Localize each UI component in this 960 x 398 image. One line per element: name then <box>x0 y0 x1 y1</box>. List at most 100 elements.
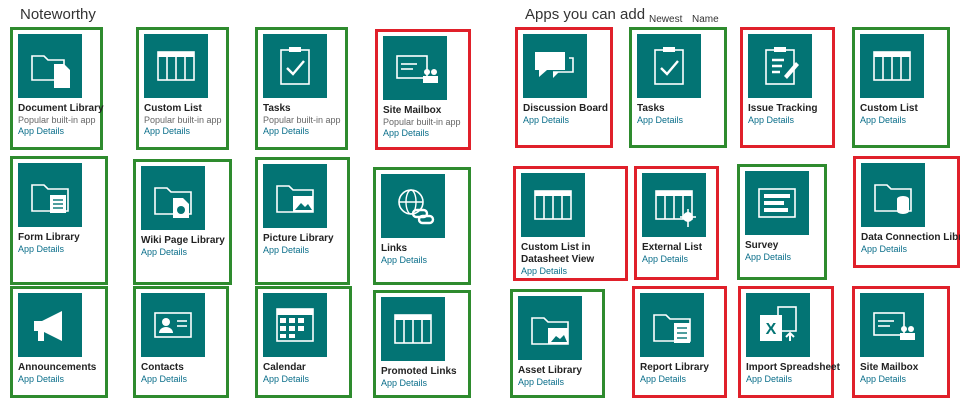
app-details-link[interactable]: App Details <box>518 377 564 388</box>
app-tile[interactable]: Wiki Page Library App Details <box>133 159 232 285</box>
app-tile[interactable]: Custom List App Details <box>852 27 950 148</box>
sort-name-link[interactable]: Name <box>692 14 719 25</box>
app-name: Site Mailbox <box>383 105 442 116</box>
app-name: Document Library <box>18 103 104 114</box>
app-details-link[interactable]: App Details <box>642 254 688 265</box>
contacts-icon <box>141 293 205 357</box>
app-tile[interactable]: Document Library Popular built-in app App … <box>10 27 104 150</box>
app-tile[interactable]: Data Connection LibraryApp Details <box>853 156 960 268</box>
app-tile[interactable]: Site Mailbox Popular built-in app App Deta… <box>375 29 471 150</box>
calendar-icon <box>263 293 327 357</box>
discussion-board-icon <box>523 34 587 98</box>
app-name: Tasks <box>637 103 665 114</box>
app-tile[interactable]: Announcements App Details <box>10 286 108 398</box>
app-tile[interactable]: Picture Library App Details <box>255 157 350 285</box>
app-details-link[interactable]: App Details <box>263 374 309 385</box>
app-details-link[interactable]: App Details <box>748 115 794 126</box>
app-tile[interactable]: Links App Details <box>373 167 471 285</box>
app-name: Report Library <box>640 362 709 373</box>
app-tile[interactable]: External List App Details <box>634 166 719 280</box>
app-tile[interactable]: Custom List in Datasheet View App Details <box>513 166 628 281</box>
app-tile[interactable]: Calendar App Details <box>255 286 352 398</box>
sort-newest-link[interactable]: Newest <box>649 14 682 25</box>
app-name: Wiki Page Library <box>141 235 225 246</box>
svg-text:X: X <box>766 321 777 338</box>
app-tile[interactable]: Report Library App Details <box>632 286 727 398</box>
datasheet-icon <box>521 173 585 237</box>
app-details-link[interactable]: App Details <box>141 247 187 258</box>
app-details-link[interactable]: App Details <box>381 378 427 389</box>
app-name: Issue Tracking <box>748 103 818 114</box>
site-mailbox-icon <box>860 293 924 357</box>
app-name: Calendar <box>263 362 306 373</box>
app-name: Custom List <box>860 103 918 114</box>
app-tile[interactable]: Site Mailbox App Details <box>852 286 950 398</box>
app-details-link[interactable]: App Details <box>860 115 906 126</box>
app-description: Popular built-in app <box>18 115 96 125</box>
app-name: Picture Library <box>263 233 334 244</box>
app-details-link[interactable]: App Details <box>141 374 187 385</box>
app-name: Custom List <box>144 103 202 114</box>
app-details-link[interactable]: App Details <box>263 126 309 137</box>
app-description: Popular built-in app <box>383 117 461 127</box>
app-details-link[interactable]: App Details <box>263 245 309 256</box>
app-name: Data Connection Library <box>861 232 960 243</box>
app-tile[interactable]: Custom List Popular built-in app App Detai… <box>136 27 229 150</box>
tasks-icon <box>637 34 701 98</box>
wiki-page-library-icon <box>141 166 205 230</box>
document-library-icon <box>18 34 82 98</box>
app-name: Discussion Board <box>523 103 609 114</box>
app-tile[interactable]: Asset Library App Details <box>510 289 605 398</box>
app-details-link[interactable]: App Details <box>18 374 64 385</box>
app-details-link[interactable]: App Details <box>18 244 64 255</box>
app-details-link[interactable]: App Details <box>383 128 429 139</box>
custom-list-icon <box>144 34 208 98</box>
asset-library-icon <box>518 296 582 360</box>
noteworthy-heading: Noteworthy <box>20 6 96 23</box>
app-description: Popular built-in app <box>263 115 341 125</box>
links-icon <box>381 174 445 238</box>
app-details-link[interactable]: App Details <box>381 255 427 266</box>
survey-icon <box>745 171 809 235</box>
app-details-link[interactable]: App Details <box>745 252 791 263</box>
app-tile[interactable]: Tasks App Details <box>629 27 727 148</box>
app-details-link[interactable]: App Details <box>640 374 686 385</box>
form-library-icon <box>18 163 82 227</box>
app-tile[interactable]: Tasks Popular built-in app App Details <box>255 27 348 150</box>
app-details-link[interactable]: App Details <box>523 115 569 126</box>
app-name: Asset Library <box>518 365 582 376</box>
app-description: Popular built-in app <box>144 115 222 125</box>
app-details-link[interactable]: App Details <box>521 266 567 277</box>
app-details-link[interactable]: App Details <box>144 126 190 137</box>
app-details-link[interactable]: App Details <box>746 374 792 385</box>
app-tile[interactable]: X Import Spreadsheet App Details <box>738 286 840 398</box>
app-tile[interactable]: Survey App Details <box>737 164 827 280</box>
app-name: Site Mailbox <box>860 362 919 373</box>
app-tile[interactable]: Form Library App Details <box>10 156 108 285</box>
app-name: Links <box>381 243 408 254</box>
app-name: Announcements <box>18 362 97 373</box>
app-details-link[interactable]: App Details <box>637 115 683 126</box>
site-mailbox-icon <box>383 36 447 100</box>
app-name: Promoted Links <box>381 366 457 377</box>
external-list-icon <box>642 173 706 237</box>
promoted-links-icon <box>381 297 445 361</box>
app-details-link[interactable]: App Details <box>861 244 907 255</box>
app-tile[interactable]: Contacts App Details <box>133 286 229 398</box>
app-details-link[interactable]: App Details <box>860 374 906 385</box>
picture-library-icon <box>263 164 327 228</box>
app-tile[interactable]: Discussion Board App Details <box>515 27 613 148</box>
announcements-icon <box>18 293 82 357</box>
app-tile[interactable]: Promoted Links App Details <box>373 290 471 398</box>
import-spreadsheet-icon: X <box>746 293 810 357</box>
data-connection-library-icon <box>861 163 925 227</box>
app-name: Custom List in Datasheet View <box>521 242 595 265</box>
app-tile[interactable]: Issue Tracking App Details <box>740 27 835 148</box>
app-name: Tasks <box>263 103 291 114</box>
report-library-icon <box>640 293 704 357</box>
app-details-link[interactable]: App Details <box>18 126 64 137</box>
issue-tracking-icon <box>748 34 812 98</box>
tasks-icon <box>263 34 327 98</box>
app-name: External List <box>642 242 703 253</box>
app-name: Survey <box>745 240 779 251</box>
